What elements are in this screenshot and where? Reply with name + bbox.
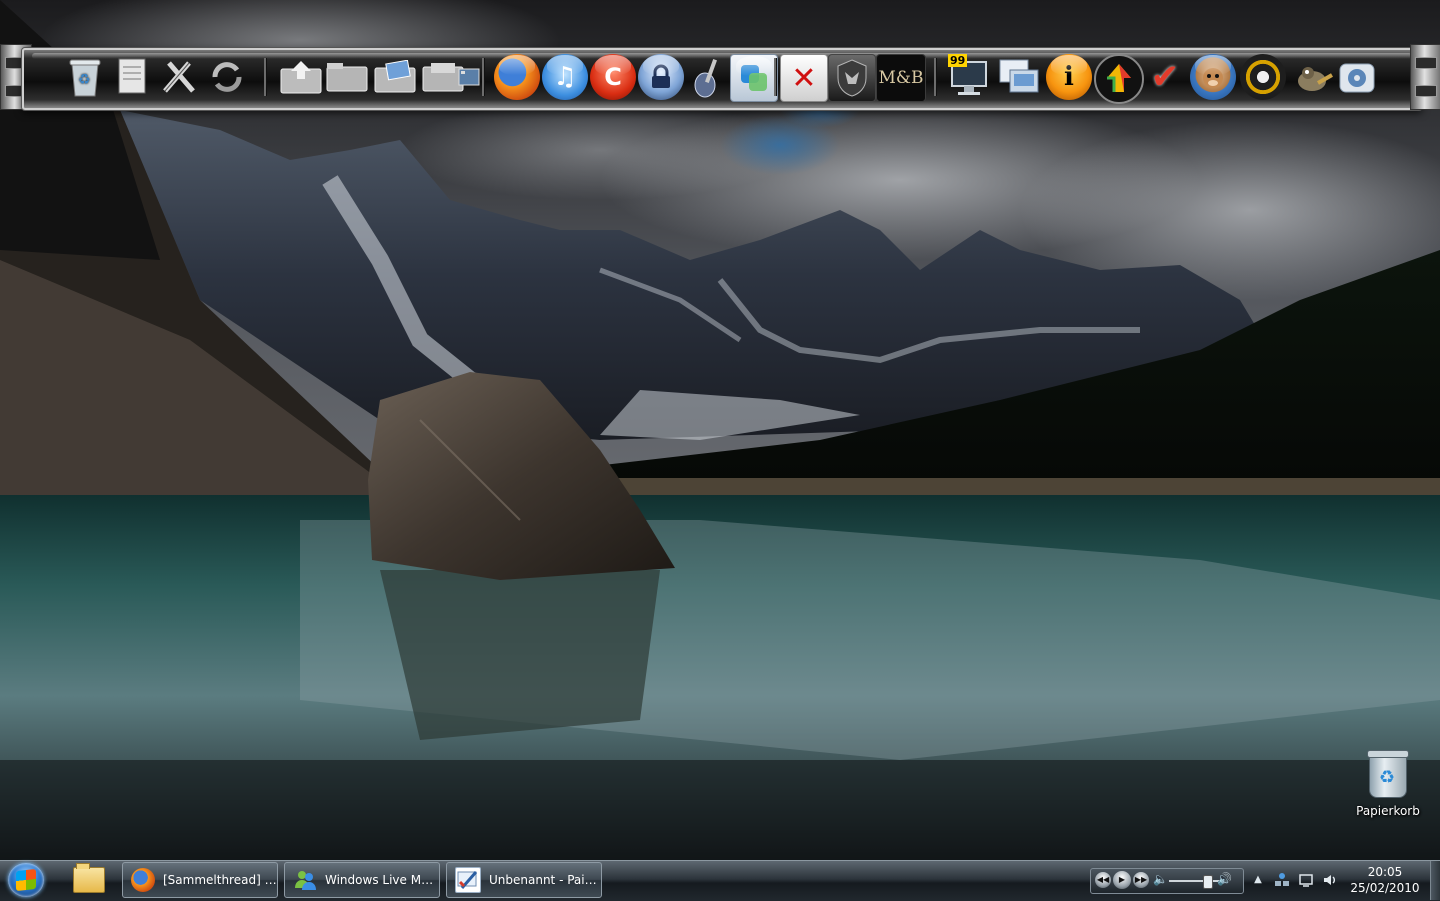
play-icon[interactable]: ▶ [1113,871,1131,889]
show-desktop-button[interactable] [1430,861,1440,900]
taskbar-button-label: [Sammelthread] Z... [163,873,277,887]
dock-separator [264,58,267,96]
media-player-toolbar: ◀◀ ▶ ▶▶ 🔈 🔊 [1090,868,1244,894]
taskbar-button-firefox[interactable]: [Sammelthread] Z... [122,862,278,898]
action-center-icon[interactable] [1298,872,1314,888]
dock-monkey-icon[interactable] [1190,54,1236,100]
windows-orb-icon [16,868,36,892]
dock-media-player-app-icon[interactable] [1334,54,1380,100]
dock-recycle-bin-icon[interactable]: ♻ [62,54,108,100]
dock-sync-icon[interactable] [730,54,778,102]
pinned-windows-explorer[interactable] [58,862,120,898]
dock-separator [934,58,937,96]
dock-document-icon[interactable] [110,54,156,100]
dock-itunes-icon[interactable]: ♫ [542,54,588,100]
paint-icon [455,867,481,893]
dock-dragon-shield-icon[interactable] [828,54,876,102]
dock-info-icon[interactable]: i [1046,54,1092,100]
dock-guitar-icon[interactable] [686,54,732,100]
dock-upload-arrow-icon[interactable] [1094,54,1144,104]
recycle-bin-icon: ♻ [1367,750,1409,798]
taskbar-button-paint[interactable]: Unbenannt - Pain... [446,862,602,898]
dock-folder-icon[interactable] [324,54,370,100]
system-clock[interactable]: 20:05 25/02/2010 [1344,864,1426,896]
dock-firefox-icon[interactable] [494,54,540,100]
volume-slider-handle[interactable] [1203,875,1213,889]
dock-picture-folder-icon[interactable] [372,54,418,100]
dock-keepass-lock-icon[interactable] [638,54,684,100]
dock-media-player-icon[interactable] [1240,54,1286,100]
desktop-icon-label: Papierkorb [1356,804,1420,818]
taskbar-button-label: Windows Live Me... [325,873,439,887]
dock-folder-up-icon[interactable] [278,54,324,100]
previous-icon[interactable]: ◀◀ [1095,872,1111,888]
desktop-icon-recycle-bin[interactable]: ♻ Papierkorb [1350,750,1426,818]
dock-checkmark-icon[interactable]: ✔ [1142,54,1188,100]
desktop-wallpaper [0,0,1440,860]
computer-icon-badge: 99 [948,54,968,67]
show-hidden-icons-arrow[interactable]: ▲ [1250,872,1266,888]
dock-refresh-icon[interactable] [204,54,250,100]
dock-separator [482,58,485,96]
dock-separator [774,58,777,96]
taskbar-button-label: Unbenannt - Pain... [489,873,601,887]
speaker-icon[interactable] [1322,872,1338,888]
dock-gimp-icon[interactable] [1288,54,1334,100]
dock-mount-and-blade-icon[interactable]: M&B [876,54,926,102]
dock-tools-icon[interactable] [156,54,202,100]
volume-icon: 🔊 [1217,872,1232,886]
volume-low-icon: 🔈 [1153,872,1168,886]
next-icon[interactable]: ▶▶ [1133,872,1149,888]
firefox-icon [131,868,155,892]
windows-explorer-folder-icon [73,863,105,893]
dock-windows-explorer-icon[interactable] [996,54,1042,100]
clock-time: 20:05 [1367,865,1403,879]
taskbar-button-windows-live-messenger[interactable]: Windows Live Me... [284,862,440,898]
dock-film-folder-icon[interactable] [446,54,492,100]
network-icon[interactable] [1274,872,1290,888]
volume-slider[interactable] [1169,880,1221,882]
dock-computer-icon[interactable]: 99 [946,54,992,100]
dock-close-x-icon[interactable]: ✕ [780,54,828,102]
start-button[interactable] [8,863,44,897]
svg-text:♻: ♻ [78,72,91,88]
dock-ccleaner-icon[interactable]: C [590,54,636,100]
dock-right-bracket [1410,44,1440,110]
clock-date: 25/02/2010 [1350,881,1420,895]
windows-live-messenger-icon [293,868,317,892]
